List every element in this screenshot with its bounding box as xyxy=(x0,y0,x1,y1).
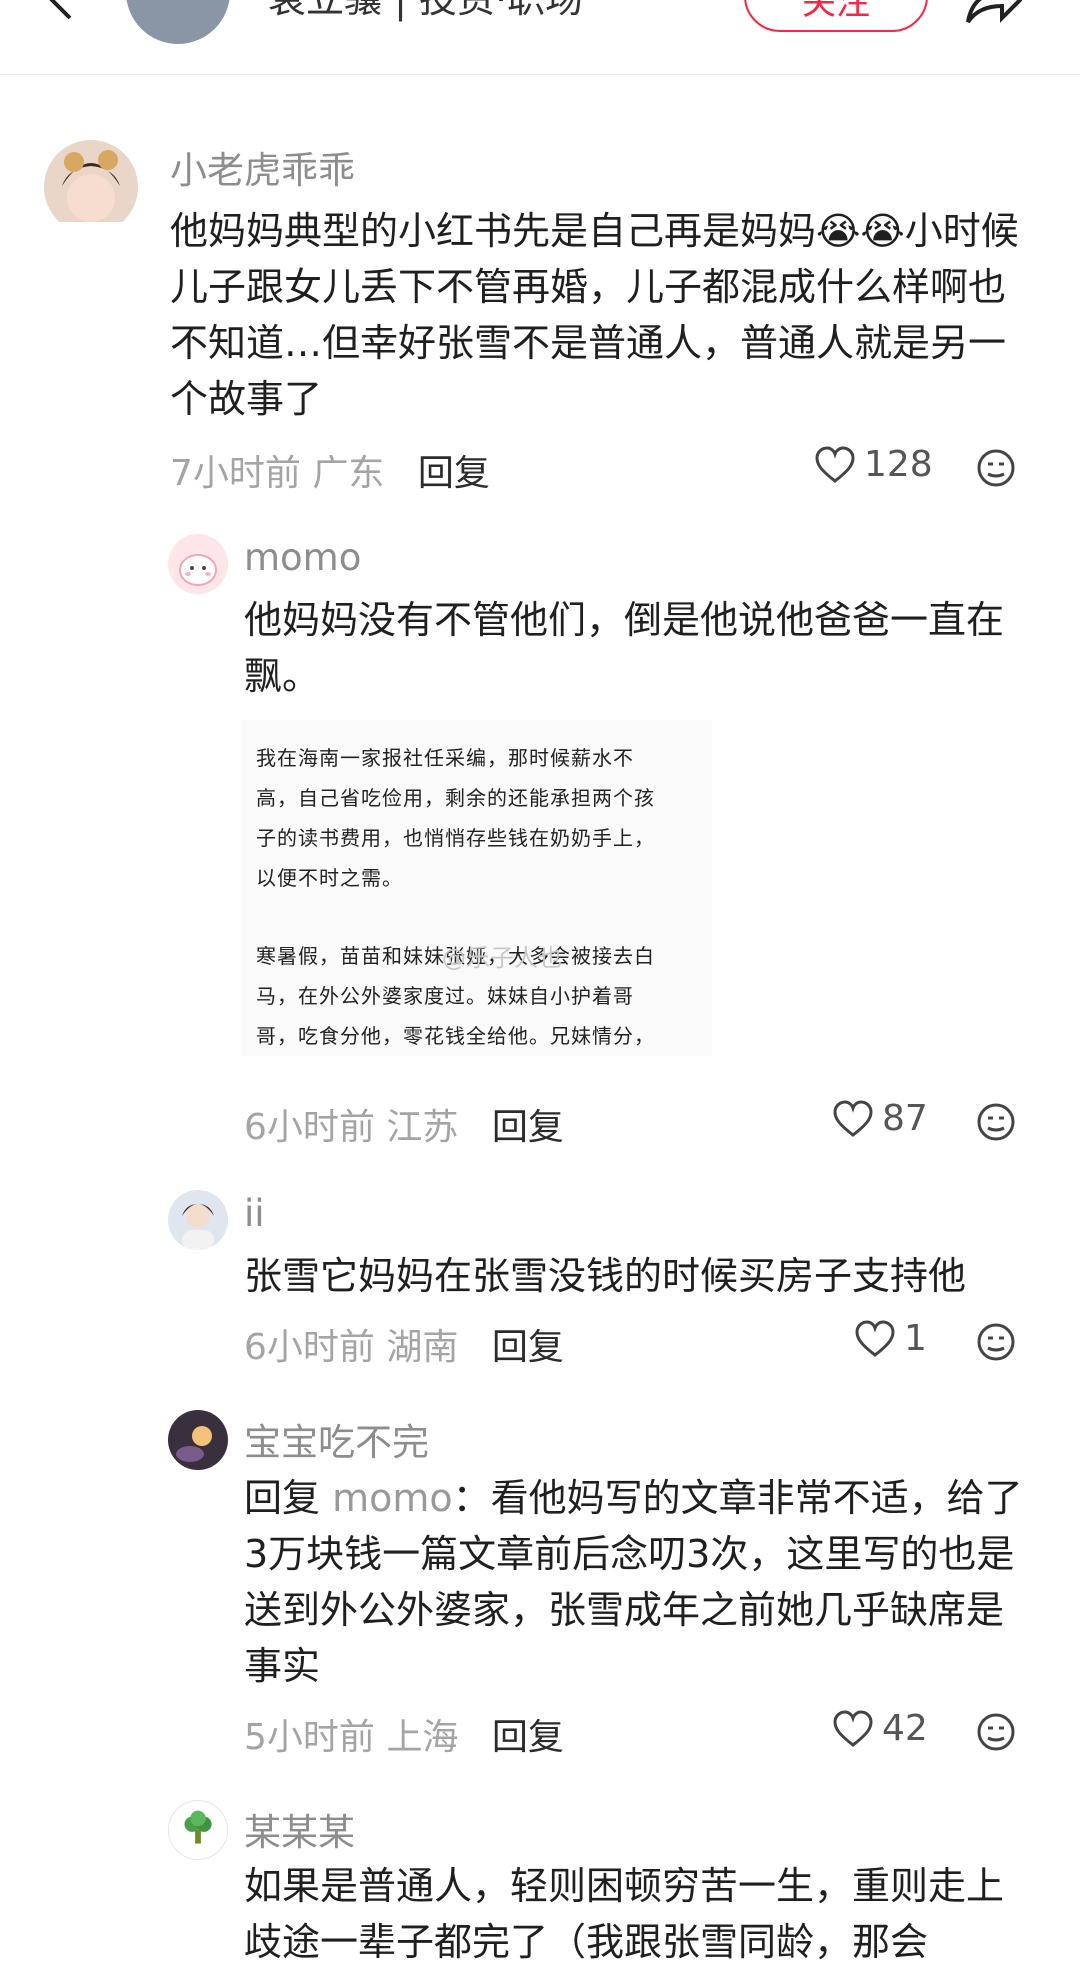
comment-time: 7小时前 xyxy=(170,453,301,494)
comment-image[interactable]: 我在海南一家报社任采编，那时候薪水不 高，自己省吃俭用，剩余的还能承担两个孩 子… xyxy=(242,720,712,1056)
reply-button[interactable]: 回复 xyxy=(492,1717,564,1758)
reply-target-username[interactable]: momo xyxy=(332,1476,453,1520)
image-text-line: 哥，吃食分他，零花钱全给他。兄妹情分， xyxy=(256,1024,655,1048)
comment-location: 江苏 xyxy=(386,1107,459,1148)
emoji-reaction-icon[interactable] xyxy=(976,1712,1016,1752)
like-count: 128 xyxy=(864,444,933,485)
comment-text: 张雪它妈妈在张雪没钱的时候买房子支持他 xyxy=(244,1254,967,1298)
emoji-reaction-icon[interactable] xyxy=(976,1322,1016,1362)
heart-icon xyxy=(855,1319,895,1357)
comment-username[interactable]: momo xyxy=(244,536,361,579)
comment-username[interactable]: 宝宝吃不完 xyxy=(244,1412,429,1466)
reply-prefix: 回复 xyxy=(244,1476,321,1520)
follow-button[interactable]: 关注 xyxy=(744,0,928,32)
comment-username[interactable]: 小老虎乖乖 xyxy=(170,140,355,194)
comment-text: 回复 momo：看他妈写的文章非常不适，给了3万块钱一篇文章前后念叨3次，这里写… xyxy=(244,1470,1034,1694)
author-name[interactable]: 袁立骧 | 投资·职场 xyxy=(268,0,583,23)
share-icon[interactable] xyxy=(962,0,1022,24)
comment-time: 6小时前 xyxy=(244,1327,375,1368)
image-text-line: 马，在外公外婆家度过。妹妹自小护着哥 xyxy=(256,984,634,1008)
comment-location: 湖南 xyxy=(386,1327,459,1368)
heart-icon xyxy=(815,445,855,483)
comment-meta: 7小时前 广东 回复 xyxy=(170,444,490,496)
like-button[interactable]: 128 xyxy=(814,444,933,485)
comment-meta: 6小时前 江苏 回复 xyxy=(244,1098,564,1150)
back-icon[interactable] xyxy=(40,0,84,22)
comment-time: 5小时前 xyxy=(244,1717,375,1758)
like-count: 42 xyxy=(882,1708,928,1749)
top-bar: 袁立骧 | 投资·职场 关注 xyxy=(0,0,1080,75)
heart-icon xyxy=(833,1709,873,1747)
comment-location: 广东 xyxy=(312,453,385,494)
like-button[interactable]: 42 xyxy=(832,1708,928,1749)
reply-button[interactable]: 回复 xyxy=(492,1327,564,1368)
image-watermark: @乐子人也 xyxy=(442,944,562,972)
user-avatar[interactable] xyxy=(168,1410,228,1470)
user-avatar[interactable] xyxy=(168,1800,228,1860)
author-avatar[interactable] xyxy=(126,0,230,44)
heart-icon xyxy=(833,1099,873,1137)
comment-text: 他妈妈没有不管他们，倒是他说他爸爸一直在飘。 xyxy=(244,598,1005,698)
comment-username[interactable]: 某某某 xyxy=(244,1802,355,1856)
like-button[interactable]: 87 xyxy=(832,1098,928,1139)
comment-text: 如果是普通人，轻则困顿穷苦一生，重则走上歧途一辈子都完了（我跟张雪同龄，那会 xyxy=(244,1864,1005,1964)
comment-meta: 6小时前 湖南 回复 xyxy=(244,1318,564,1370)
reply-button[interactable]: 回复 xyxy=(492,1107,564,1148)
emoji-reaction-icon[interactable] xyxy=(976,448,1016,488)
like-count: 1 xyxy=(904,1318,927,1359)
comment-time: 6小时前 xyxy=(244,1107,375,1148)
reply-button[interactable]: 回复 xyxy=(418,453,490,494)
user-avatar[interactable] xyxy=(168,534,228,594)
image-text-line: 以便不时之需。 xyxy=(256,866,403,890)
image-text-line: 我在海南一家报社任采编，那时候薪水不 xyxy=(256,746,634,770)
comment-text: 他妈妈典型的小红书先是自己再是妈妈😭😭小时候儿子跟女儿丢下不管再婚，儿子都混成什… xyxy=(170,209,1019,421)
image-text-line: 高，自己省吃俭用，剩余的还能承担两个孩 xyxy=(256,786,655,810)
user-avatar[interactable] xyxy=(168,1190,228,1250)
comment-location: 上海 xyxy=(386,1717,459,1758)
comment-meta: 5小时前 上海 回复 xyxy=(244,1708,564,1760)
user-avatar[interactable] xyxy=(44,140,138,234)
emoji-reaction-icon[interactable] xyxy=(976,1102,1016,1142)
image-text-line: 子的读书费用，也悄悄存些钱在奶奶手上， xyxy=(256,826,655,850)
comment-username[interactable]: ii xyxy=(244,1192,265,1235)
like-count: 87 xyxy=(882,1098,928,1139)
like-button[interactable]: 1 xyxy=(854,1318,927,1359)
